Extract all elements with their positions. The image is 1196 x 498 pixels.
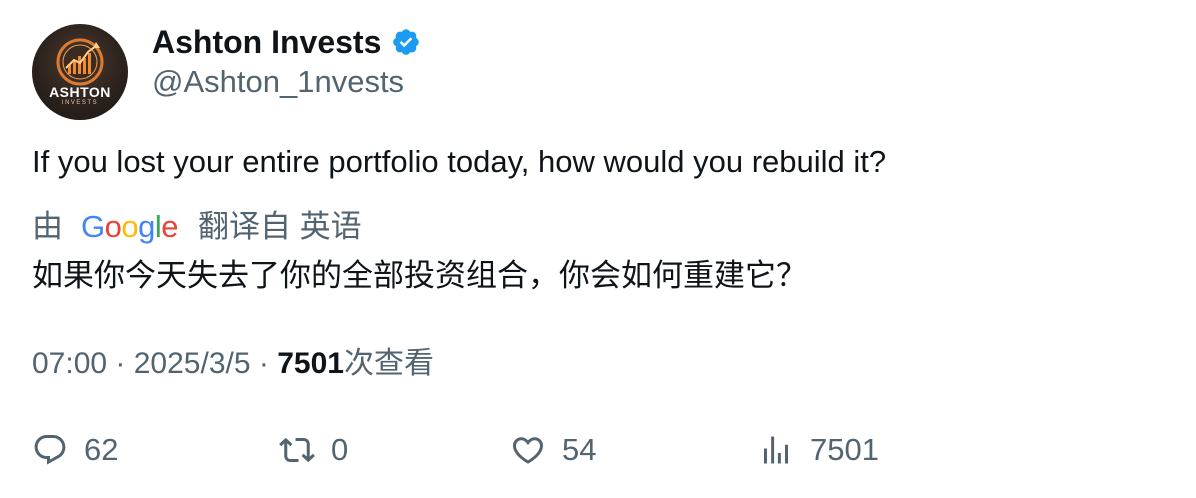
translation-attribution: 由 Google 翻译自 英语 xyxy=(32,206,362,248)
views-button[interactable]: 7501 xyxy=(758,432,879,468)
avatar-brand: ASHTON xyxy=(49,84,111,100)
author-name-row: Ashton Invests xyxy=(152,22,421,62)
retweet-button[interactable]: 0 xyxy=(279,432,348,468)
tweet-time[interactable]: 07:00 xyxy=(32,347,107,380)
avatar[interactable]: ASHTON INVESTS xyxy=(32,24,128,120)
views-label: 次查看 xyxy=(343,347,434,380)
retweet-icon xyxy=(279,437,315,463)
retweet-count: 0 xyxy=(331,432,349,467)
meta-separator: · xyxy=(250,347,278,380)
views-action-count: 7501 xyxy=(810,432,879,467)
avatar-brand-sub: INVESTS xyxy=(61,100,99,106)
reply-count: 62 xyxy=(84,432,119,467)
like-count: 54 xyxy=(562,432,597,467)
tweet-text: If you lost your entire portfolio today,… xyxy=(32,144,887,179)
translation-prefix: 由 xyxy=(32,209,63,244)
author-display-name[interactable]: Ashton Invests xyxy=(152,22,381,62)
translation-suffix: 翻译自 英语 xyxy=(198,209,362,244)
reply-icon xyxy=(34,435,66,465)
reply-button[interactable]: 62 xyxy=(32,432,118,468)
author-handle[interactable]: @Ashton_1nvests xyxy=(152,62,404,102)
google-logo: Google xyxy=(81,209,179,244)
translated-text: 如果你今天失去了你的全部投资组合，你会如何重建它？ xyxy=(32,258,807,293)
views-count: 7501 xyxy=(277,347,344,380)
heart-icon xyxy=(512,437,544,464)
like-button[interactable]: 54 xyxy=(510,432,596,468)
meta-separator: · xyxy=(107,347,134,380)
analytics-icon xyxy=(764,436,788,464)
tweet-meta: 07:00 · 2025/3/5 · 7501次查看 xyxy=(32,344,434,384)
tweet-date[interactable]: 2025/3/5 xyxy=(134,347,251,380)
verified-badge-icon[interactable] xyxy=(391,27,421,57)
